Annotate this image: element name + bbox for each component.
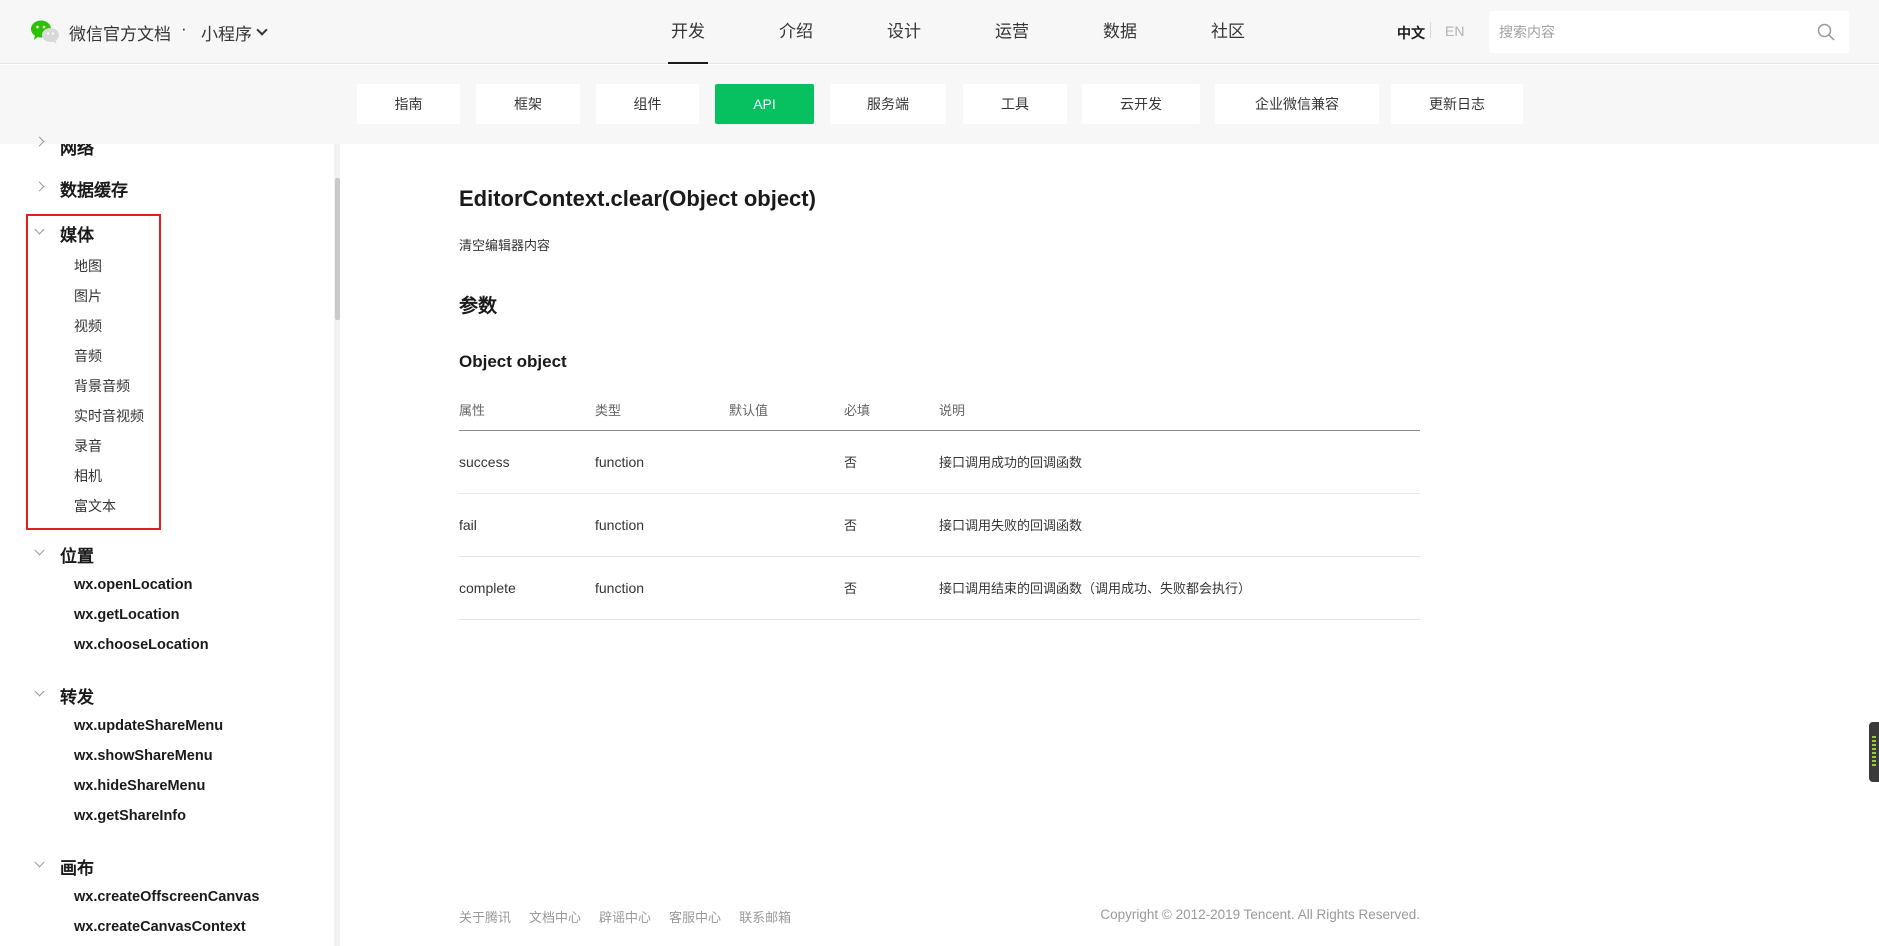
- main-nav: 开发 介绍 设计 运营 数据 社区: [634, 0, 1282, 64]
- col-header-type: 类型: [595, 390, 729, 431]
- cell-type: function: [595, 493, 729, 557]
- nav-item-data[interactable]: 数据: [1066, 0, 1174, 64]
- lang-divider: [1430, 22, 1431, 38]
- sidebar-item-open-location[interactable]: wx.openLocation: [74, 577, 192, 593]
- col-header-default: 默认值: [729, 390, 844, 431]
- table-header-row: 属性 类型 默认值 必填 说明: [459, 390, 1420, 431]
- sidebar-group-storage[interactable]: 数据缓存: [60, 176, 128, 201]
- cell-property: fail: [459, 493, 595, 557]
- cell-property: complete: [459, 556, 595, 620]
- cell-description: 接口调用失败的回调函数: [939, 493, 1420, 557]
- footer-link-service[interactable]: 客服中心: [669, 907, 721, 926]
- lang-zh[interactable]: 中文: [1397, 23, 1425, 43]
- product-dropdown[interactable]: 小程序: [201, 20, 268, 45]
- cell-type: function: [595, 556, 729, 620]
- cell-required: 否: [844, 493, 939, 557]
- table-row: complete function 否 接口调用结束的回调函数（调用成功、失败都…: [459, 556, 1420, 620]
- sidebar-item-create-offscreen-canvas[interactable]: wx.createOffscreenCanvas: [74, 889, 259, 905]
- brand-separator: ·: [181, 19, 187, 38]
- wechat-logo-icon[interactable]: [30, 19, 60, 45]
- footer-links: 关于腾讯 文档中心 辟谣中心 客服中心 联系邮箱: [459, 907, 791, 926]
- sidebar-item-map[interactable]: 地图: [74, 256, 102, 276]
- footer-link-email[interactable]: 联系邮箱: [739, 907, 791, 926]
- chevron-down-icon: [256, 24, 268, 36]
- tab-server[interactable]: 服务端: [830, 84, 946, 124]
- nav-item-operation[interactable]: 运营: [958, 0, 1066, 64]
- search-icon[interactable]: [1817, 23, 1835, 41]
- cell-type: function: [595, 430, 729, 494]
- brand-title[interactable]: 微信官方文档: [69, 20, 171, 45]
- sidebar-group-canvas[interactable]: 画布: [60, 854, 94, 879]
- tab-wecom[interactable]: 企业微信兼容: [1215, 84, 1379, 124]
- sub-nav: 指南 框架 组件 API 服务端 工具 云开发 企业微信兼容 更新日志: [0, 65, 1879, 144]
- sidebar-group-share[interactable]: 转发: [60, 683, 94, 708]
- sidebar-item-camera[interactable]: 相机: [74, 466, 102, 486]
- cell-required: 否: [844, 556, 939, 620]
- sidebar-item-update-share-menu[interactable]: wx.updateShareMenu: [74, 718, 223, 734]
- page-title: EditorContext.clear(Object object): [459, 186, 816, 211]
- tab-components[interactable]: 组件: [596, 84, 699, 124]
- cell-default: [729, 493, 844, 557]
- sidebar-group-media[interactable]: 媒体: [60, 221, 94, 246]
- product-label: 小程序: [201, 25, 252, 44]
- tab-framework[interactable]: 框架: [476, 84, 580, 124]
- nav-item-community[interactable]: 社区: [1174, 0, 1282, 64]
- footer-link-rumor[interactable]: 辟谣中心: [599, 907, 651, 926]
- sidebar-item-get-location[interactable]: wx.getLocation: [74, 607, 180, 623]
- sidebar-item-choose-location[interactable]: wx.chooseLocation: [74, 637, 209, 653]
- table-row: fail function 否 接口调用失败的回调函数: [459, 493, 1420, 557]
- sidebar-item-rich-text[interactable]: 富文本: [74, 496, 116, 516]
- lang-en[interactable]: EN: [1445, 23, 1464, 39]
- tab-guide[interactable]: 指南: [357, 84, 460, 124]
- sidebar-item-background-audio[interactable]: 背景音频: [74, 376, 130, 396]
- tab-cloud[interactable]: 云开发: [1082, 84, 1200, 124]
- sidebar-item-get-share-info[interactable]: wx.getShareInfo: [74, 808, 186, 824]
- copyright: Copyright © 2012-2019 Tencent. All Right…: [1100, 907, 1420, 922]
- sidebar-item-show-share-menu[interactable]: wx.showShareMenu: [74, 748, 213, 764]
- search-input[interactable]: [1489, 11, 1799, 53]
- sidebar-item-hide-share-menu[interactable]: wx.hideShareMenu: [74, 778, 205, 794]
- footer-link-docs[interactable]: 文档中心: [529, 907, 581, 926]
- sidebar-item-audio[interactable]: 音频: [74, 346, 102, 366]
- col-header-required: 必填: [844, 390, 939, 431]
- nav-item-design[interactable]: 设计: [850, 0, 958, 64]
- sidebar-item-image[interactable]: 图片: [74, 286, 102, 306]
- api-description: 清空编辑器内容: [459, 238, 551, 253]
- nav-item-intro[interactable]: 介绍: [742, 0, 850, 64]
- search-box: [1489, 11, 1849, 53]
- object-heading: Object object: [459, 352, 567, 371]
- cell-default: [729, 430, 844, 494]
- sidebar-item-video[interactable]: 视频: [74, 316, 102, 336]
- cell-description: 接口调用结束的回调函数（调用成功、失败都会执行）: [939, 556, 1420, 620]
- side-widget-handle[interactable]: [1869, 722, 1879, 782]
- params-heading: 参数: [459, 296, 498, 317]
- tab-changelog[interactable]: 更新日志: [1391, 84, 1523, 124]
- cell-property: success: [459, 430, 595, 494]
- params-table: 属性 类型 默认值 必填 说明 success function 否 接口调用成…: [459, 390, 1420, 620]
- tab-api[interactable]: API: [715, 84, 814, 124]
- cell-default: [729, 556, 844, 620]
- top-header: 微信官方文档 · 小程序 开发 介绍 设计 运营 数据 社区 中文 EN: [0, 0, 1879, 64]
- sidebar-item-live[interactable]: 实时音视频: [74, 406, 144, 426]
- table-row: success function 否 接口调用成功的回调函数: [459, 430, 1420, 494]
- footer-link-about[interactable]: 关于腾讯: [459, 907, 511, 926]
- sidebar-item-recorder[interactable]: 录音: [74, 436, 102, 456]
- tab-tools[interactable]: 工具: [963, 84, 1067, 124]
- nav-item-develop[interactable]: 开发: [634, 0, 742, 64]
- col-header-property: 属性: [459, 390, 595, 431]
- cell-required: 否: [844, 430, 939, 494]
- sidebar-item-create-canvas-context[interactable]: wx.createCanvasContext: [74, 919, 246, 935]
- cell-description: 接口调用成功的回调函数: [939, 430, 1420, 494]
- sidebar-group-location[interactable]: 位置: [60, 542, 94, 567]
- col-header-description: 说明: [939, 390, 1420, 431]
